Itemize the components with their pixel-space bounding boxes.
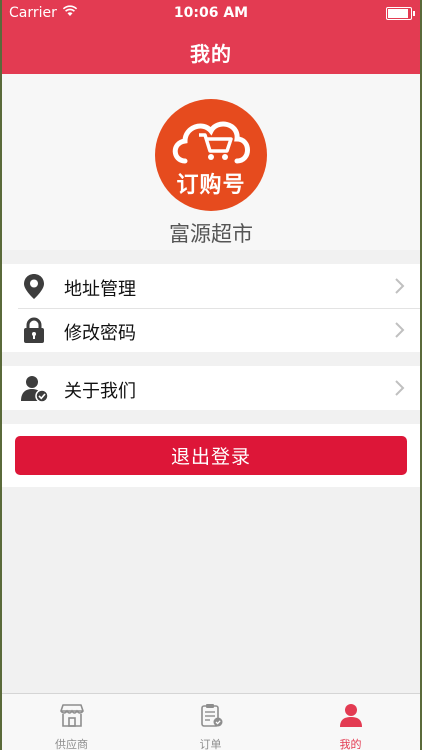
tab-label: 供应商 — [55, 738, 88, 750]
store-logo: 订购号 — [155, 99, 267, 211]
clipboard-icon — [201, 704, 223, 727]
tab-suppliers[interactable]: 供应商 — [2, 694, 141, 750]
location-pin-icon — [20, 272, 48, 300]
menu-item-label: 地址管理 — [64, 279, 136, 300]
chevron-right-icon — [394, 378, 406, 398]
battery-icon — [386, 7, 415, 20]
tab-label: 我的 — [339, 738, 362, 750]
store-icon — [60, 704, 84, 727]
tab-bar: 供应商 订单 我的 — [2, 693, 420, 750]
chevron-right-icon — [394, 276, 406, 296]
tab-orders[interactable]: 订单 — [141, 694, 280, 750]
app-screen: Carrier 10:06 AM 我的 订购号 富源超市 地址管理 修改密码 关… — [2, 0, 420, 750]
user-check-icon — [20, 374, 49, 403]
menu-item-about-us[interactable]: 关于我们 — [2, 366, 420, 410]
nav-header: Carrier 10:06 AM 我的 — [2, 0, 420, 74]
store-name: 富源超市 — [169, 222, 253, 246]
logout-section: 退出登录 — [2, 424, 420, 487]
settings-group-2: 关于我们 — [2, 366, 420, 410]
menu-item-change-password[interactable]: 修改密码 — [2, 308, 420, 352]
logout-button[interactable]: 退出登录 — [15, 436, 407, 475]
tab-mine[interactable]: 我的 — [281, 694, 420, 750]
status-bar: Carrier 10:06 AM — [2, 0, 420, 26]
page-title: 我的 — [190, 42, 232, 66]
clock: 10:06 AM — [173, 5, 249, 21]
person-icon — [340, 704, 362, 727]
logo-text: 订购号 — [176, 173, 246, 198]
menu-item-label: 关于我们 — [64, 381, 136, 402]
chevron-right-icon — [394, 320, 406, 340]
settings-group-1: 地址管理 修改密码 — [2, 264, 420, 352]
profile-section: 订购号 富源超市 — [2, 74, 420, 250]
menu-item-label: 修改密码 — [64, 323, 136, 344]
lock-icon — [20, 316, 48, 344]
menu-item-address[interactable]: 地址管理 — [2, 264, 420, 308]
tab-label: 订单 — [199, 738, 222, 750]
